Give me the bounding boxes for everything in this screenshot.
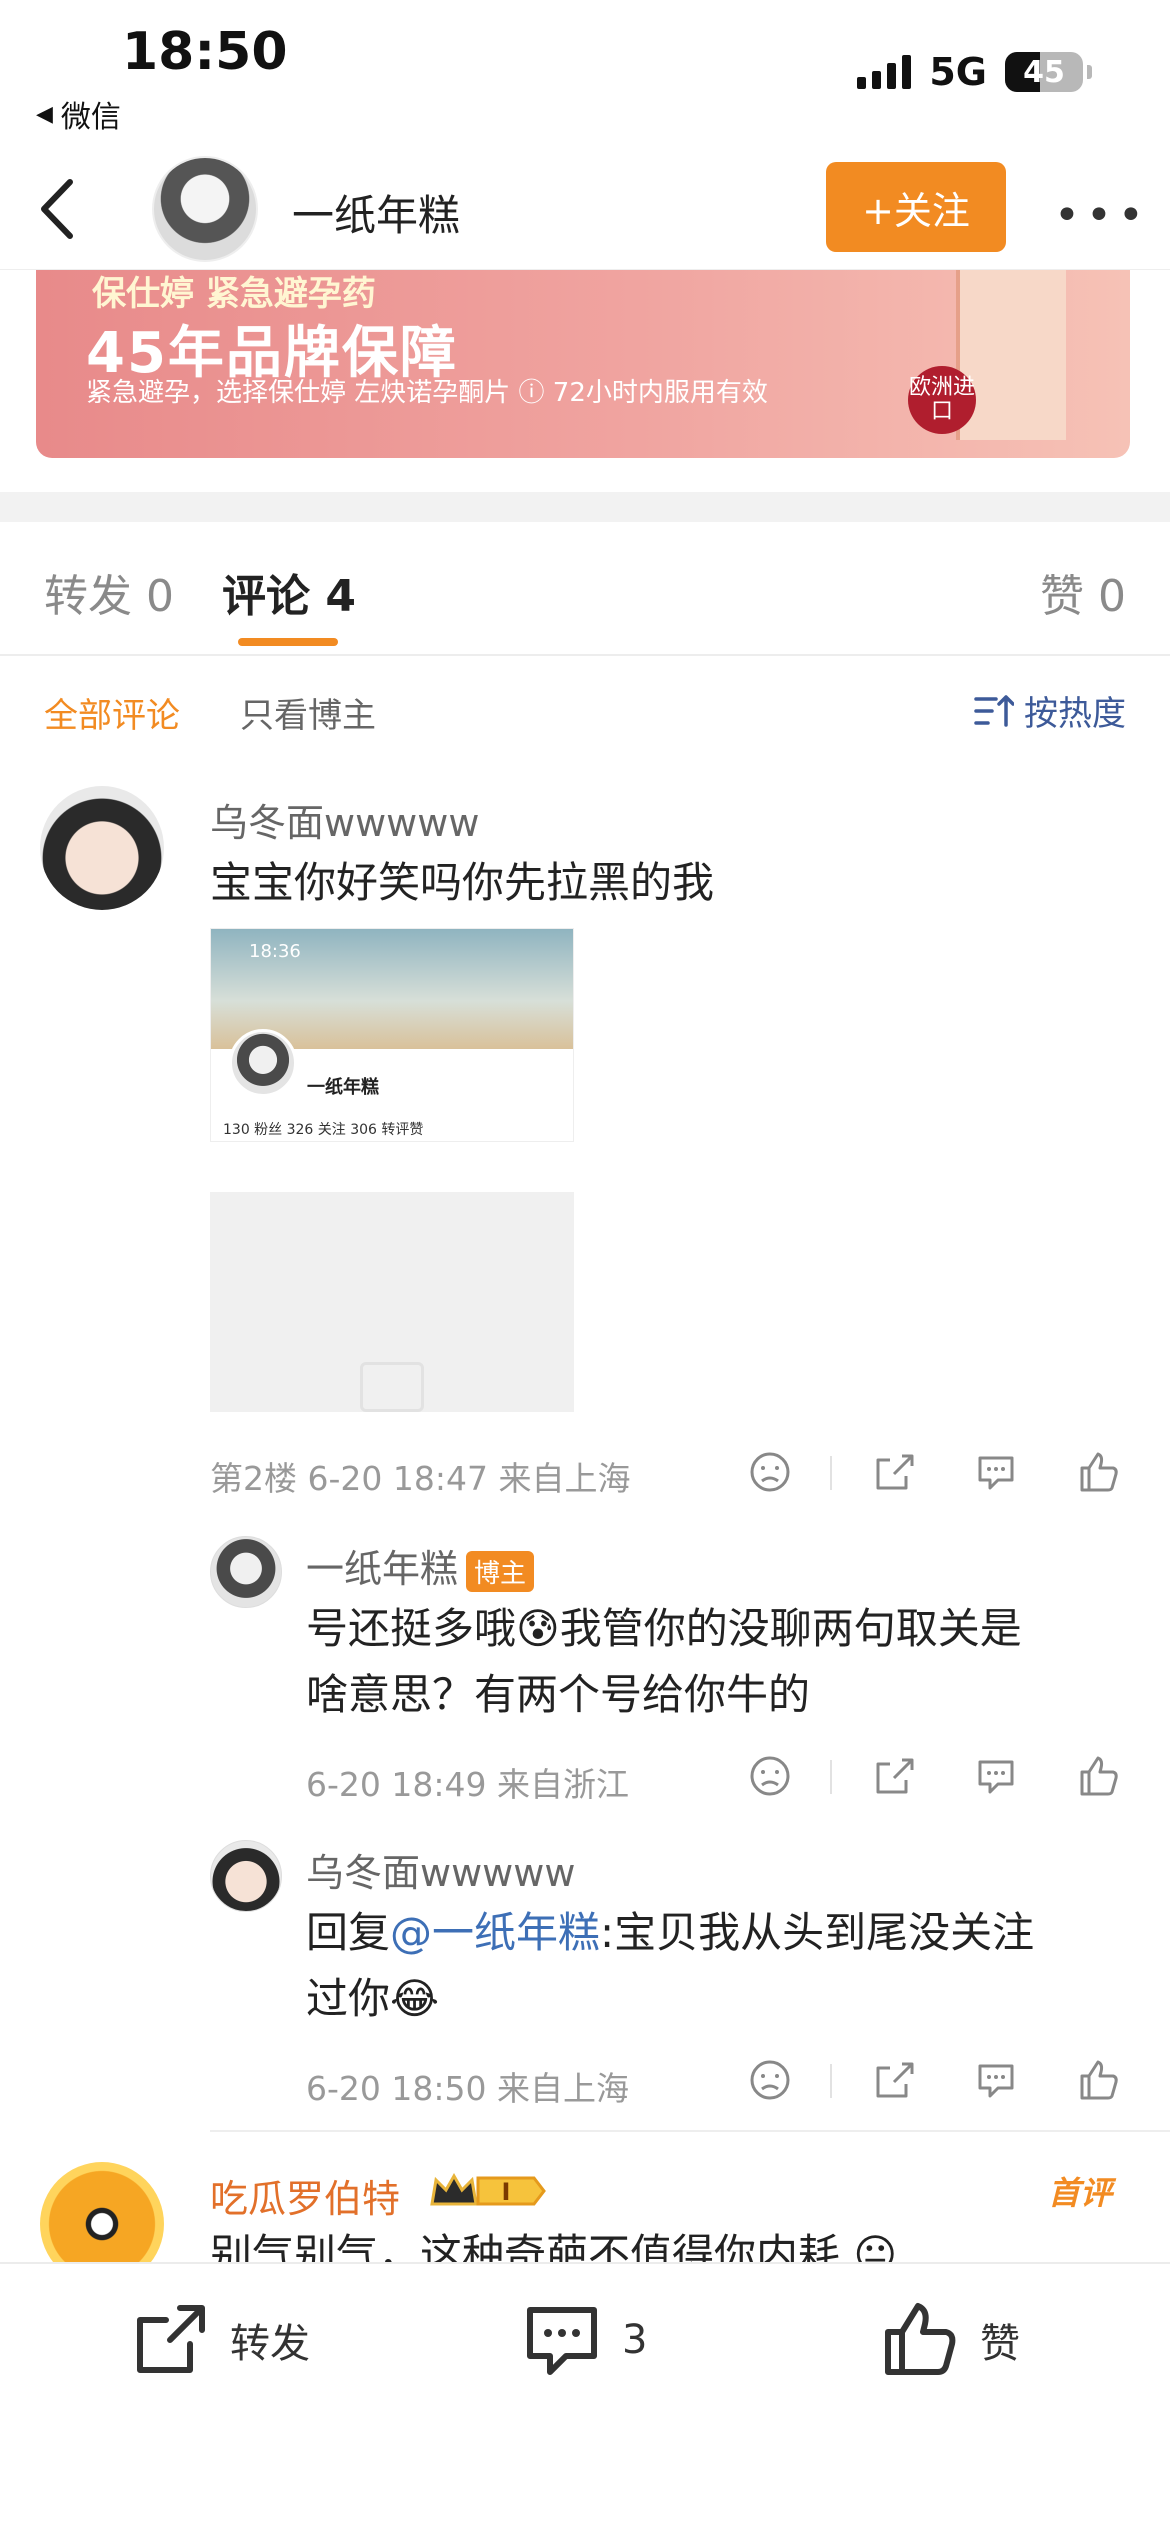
thumbs-up-icon: [885, 2303, 956, 2375]
battery-percent: 45: [1023, 54, 1065, 90]
network-label: 5G: [929, 50, 987, 94]
back-app-label: 微信: [60, 100, 121, 135]
filter-all-comments[interactable]: 全部评论: [44, 688, 180, 737]
share-icon[interactable]: [872, 2058, 916, 2102]
back-to-app-button[interactable]: ◀ 微信: [36, 92, 121, 136]
tab-comment[interactable]: 评论 4: [222, 560, 356, 624]
bottom-action-bar: 转发 3 赞: [0, 2262, 1170, 2532]
repost-icon: [137, 2305, 205, 2373]
dislike-icon[interactable]: [748, 1450, 792, 1494]
ad-badge: 欧洲进口: [908, 366, 976, 434]
back-triangle-icon: ◀: [36, 101, 53, 127]
like-icon[interactable]: [1076, 1450, 1120, 1494]
reply-icon[interactable]: [974, 1450, 1018, 1494]
reply-text-line1: 号还挺多哦😰我管你的没聊两句取关是: [306, 1604, 1022, 1653]
section-gap: [0, 492, 1170, 522]
tabs-divider: [0, 654, 1170, 656]
comment-divider: [210, 2130, 1170, 2132]
back-arrow-icon[interactable]: [30, 174, 90, 244]
status-time: 18:50: [122, 22, 288, 82]
comment-image-1[interactable]: 18:36 一纸年糕 130 粉丝 326 关注 306 转评赞: [210, 928, 574, 1142]
reply-text-rest: :宝贝我从头到尾没关注: [600, 1908, 1035, 1957]
like-icon[interactable]: [1076, 2058, 1120, 2102]
comment-button[interactable]: 3: [522, 2300, 647, 2380]
dislike-icon[interactable]: [748, 1754, 792, 1798]
tab-like[interactable]: 赞 0: [1040, 560, 1126, 624]
mention-link[interactable]: @一纸年糕: [390, 1908, 600, 1957]
host-badge: 博主: [466, 1551, 535, 1592]
commenter-name[interactable]: 吃瓜罗伯特: [210, 2168, 400, 2223]
ad-banner[interactable]: 保仕婷 紧急避孕药 45年品牌保障 紧急避孕，选择保仕婷 左炔诺孕酮片 ⓘ 72…: [36, 270, 1130, 458]
reply-meta: 6-20 18:49 来自浙江: [306, 1765, 629, 1804]
vip-crown-icon: I: [430, 2172, 546, 2206]
share-icon[interactable]: [872, 1754, 916, 1798]
reply-text-line2: 啥意思？有两个号给你牛的: [306, 1670, 811, 1719]
dislike-icon[interactable]: [748, 2058, 792, 2102]
screenshot-time: 18:36: [249, 941, 301, 962]
reply-prefix: 回复: [306, 1908, 391, 1957]
screenshot-stats: 130 粉丝 326 关注 306 转评赞: [223, 1122, 424, 1138]
follow-button[interactable]: +关注: [826, 162, 1006, 252]
screenshot-name: 一纸年糕: [307, 1077, 379, 1098]
first-comment-tag: 首评: [1048, 2174, 1113, 2212]
ad-line3: 紧急避孕，选择保仕婷 左炔诺孕酮片 ⓘ 72小时内服用有效: [86, 378, 768, 408]
reply-icon[interactable]: [974, 2058, 1018, 2102]
sort-icon: [974, 694, 1014, 727]
sort-label: 按热度: [1024, 694, 1126, 734]
image-placeholder-icon: [360, 1362, 424, 1412]
reply-author-name[interactable]: 乌冬面wwwww: [306, 1842, 575, 1897]
reply-avatar[interactable]: [210, 1536, 282, 1608]
status-indicators: 5G 45: [857, 50, 1092, 94]
reply-author-name: 一纸年糕: [306, 1547, 459, 1591]
comment-icon: [527, 2307, 597, 2375]
commenter-avatar[interactable]: [40, 786, 164, 910]
filter-host-only[interactable]: 只看博主: [240, 688, 376, 737]
screenshot-avatar: [229, 1029, 297, 1097]
comment-count: 3: [622, 2317, 648, 2363]
reply-author[interactable]: 一纸年糕 博主: [306, 1538, 535, 1593]
comment-meta: 第2楼 6-20 18:47 来自上海: [210, 1459, 631, 1498]
reply-avatar[interactable]: [210, 1840, 282, 1912]
tab-repost[interactable]: 转发 0: [44, 560, 174, 624]
like-button[interactable]: 赞: [880, 2300, 1020, 2380]
reply-text-line2: 过你😂: [306, 1974, 440, 2023]
signal-icon: [857, 55, 912, 89]
more-icon[interactable]: •••: [1054, 190, 1150, 241]
comment-text: 宝宝你好笑吗你先拉黑的我: [210, 858, 715, 907]
reply-meta: 6-20 18:50 来自上海: [306, 2069, 629, 2108]
top-nav: 一纸年糕 +关注 •••: [0, 150, 1170, 270]
active-tab-indicator: [238, 638, 338, 646]
comment-image-2[interactable]: [210, 1192, 574, 1412]
author-name[interactable]: 一纸年糕: [292, 182, 460, 243]
battery-icon: 45: [1005, 52, 1083, 92]
reply-text-line1: 回复@一纸年糕:宝贝我从头到尾没关注: [306, 1900, 1034, 1966]
repost-label: 转发: [230, 2321, 310, 2367]
sort-button[interactable]: 按热度: [974, 686, 1126, 735]
author-avatar[interactable]: [152, 156, 258, 262]
reply-icon[interactable]: [974, 1754, 1018, 1798]
repost-button[interactable]: 转发: [130, 2300, 310, 2380]
like-icon[interactable]: [1076, 1754, 1120, 1798]
share-icon[interactable]: [872, 1450, 916, 1494]
vip-level: I: [502, 2178, 511, 2206]
commenter-name[interactable]: 乌冬面wwwww: [210, 792, 479, 847]
like-label: 赞: [980, 2321, 1020, 2367]
